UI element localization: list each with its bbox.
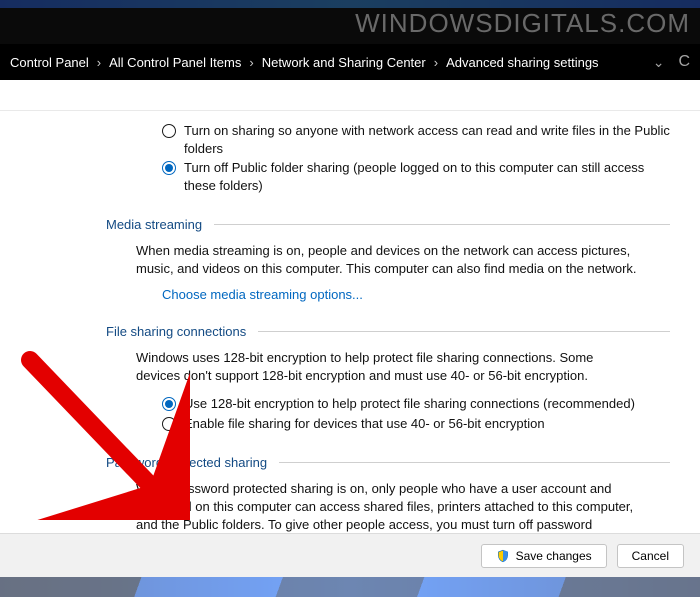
section-media-streaming: Media streaming: [106, 217, 670, 232]
section-title: File sharing connections: [106, 324, 246, 339]
public-folder-on-radio[interactable]: Turn on sharing so anyone with network a…: [28, 121, 670, 158]
window-titlebar-overlay: WindowsDigitals.com: [0, 0, 700, 44]
cancel-button[interactable]: Cancel: [617, 544, 684, 568]
media-streaming-options-link[interactable]: Choose media streaming options...: [162, 287, 670, 302]
section-file-sharing: File sharing connections: [106, 324, 670, 339]
chevron-down-icon[interactable]: ⌄: [653, 54, 665, 71]
section-title: Password protected sharing: [106, 455, 267, 470]
section-title: Media streaming: [106, 217, 202, 232]
breadcrumb: Control Panel › All Control Panel Items …: [0, 44, 700, 80]
radio-icon: [162, 397, 176, 411]
radio-label: Turn on sharing so anyone with network a…: [184, 122, 670, 157]
divider: [279, 462, 670, 463]
chevron-right-icon: ›: [249, 55, 253, 70]
chevron-right-icon: ›: [434, 55, 438, 70]
encryption-128-radio[interactable]: Use 128-bit encryption to help protect f…: [28, 394, 670, 414]
media-streaming-desc: When media streaming is on, people and d…: [136, 242, 640, 277]
save-changes-button[interactable]: Save changes: [481, 544, 607, 568]
divider: [258, 331, 670, 332]
encryption-4056-radio[interactable]: Enable file sharing for devices that use…: [28, 414, 670, 434]
breadcrumb-advanced-sharing[interactable]: Advanced sharing settings: [446, 55, 598, 70]
breadcrumb-all-items[interactable]: All Control Panel Items: [109, 55, 241, 70]
button-label: Cancel: [632, 549, 669, 563]
shield-icon: [496, 549, 510, 563]
radio-label: Turn off Public folder sharing (people l…: [184, 159, 670, 194]
radio-icon: [162, 417, 176, 431]
radio-label: Use 128-bit encryption to help protect f…: [184, 395, 670, 413]
breadcrumb-network-sharing[interactable]: Network and Sharing Center: [262, 55, 426, 70]
file-sharing-desc: Windows uses 128-bit encryption to help …: [136, 349, 640, 384]
search-icon-partial[interactable]: C: [678, 53, 690, 71]
breadcrumb-control-panel[interactable]: Control Panel: [10, 55, 89, 70]
divider: [214, 224, 670, 225]
watermark-text: WindowsDigitals.com: [355, 8, 690, 39]
public-folder-off-radio[interactable]: Turn off Public folder sharing (people l…: [28, 158, 670, 195]
decorative-bottom: [0, 577, 700, 597]
footer-buttons: Save changes Cancel: [0, 533, 700, 577]
radio-label: Enable file sharing for devices that use…: [184, 415, 670, 433]
radio-icon: [162, 124, 176, 138]
radio-icon: [162, 161, 176, 175]
chevron-right-icon: ›: [97, 55, 101, 70]
button-label: Save changes: [516, 549, 592, 563]
section-password-sharing: Password protected sharing: [106, 455, 670, 470]
settings-panel: Turn on sharing so anyone with network a…: [0, 111, 700, 553]
